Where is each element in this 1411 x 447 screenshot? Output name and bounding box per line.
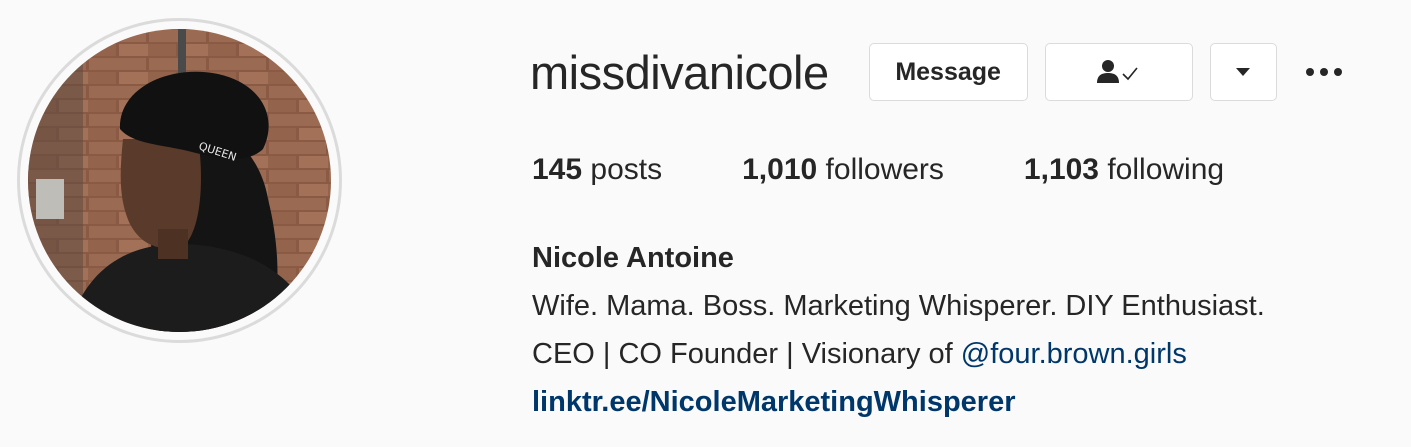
more-horizontal-icon [1333, 68, 1342, 76]
followers-label: followers [825, 153, 944, 186]
more-horizontal-icon [1319, 68, 1328, 76]
posts-stat: 145 posts [532, 153, 662, 187]
more-horizontal-icon [1305, 68, 1314, 76]
profile-website-link[interactable]: linktr.ee/NicoleMarketingWhisperer [532, 378, 1265, 426]
username: missdivanicole [530, 45, 829, 99]
bio-line-2: CEO | CO Founder | Visionary of @four.br… [532, 330, 1265, 378]
bio-line-2-text: CEO | CO Founder | Visionary of [532, 338, 961, 370]
more-options-button[interactable] [1305, 43, 1342, 101]
following-count: 1,103 [1023, 153, 1099, 186]
followers-stat[interactable]: 1,010 followers [742, 153, 944, 187]
following-button[interactable] [1044, 43, 1193, 101]
profile-header: missdivanicole Message [530, 42, 1342, 102]
followers-count: 1,010 [742, 153, 818, 186]
bio-line-1: Wife. Mama. Boss. Marketing Whisperer. D… [532, 290, 1265, 322]
avatar[interactable]: QUEEN [28, 29, 331, 332]
person-check-icon [1096, 60, 1138, 83]
bio-mention-link[interactable]: @four.brown.girls [961, 338, 1187, 370]
full-name: Nicole Antoine [532, 242, 734, 274]
dropdown-button[interactable] [1209, 43, 1277, 101]
following-stat[interactable]: 1,103 following [1024, 153, 1224, 187]
profile-bio: Nicole Antoine Wife. Mama. Boss. Marketi… [532, 234, 1265, 426]
posts-label: posts [590, 153, 663, 186]
posts-count: 145 [532, 153, 583, 186]
caret-down-icon [1236, 68, 1251, 76]
message-button[interactable]: Message [868, 43, 1028, 101]
profile-stats: 145 posts 1,010 followers 1,103 followin… [532, 153, 1304, 187]
following-label: following [1107, 153, 1225, 186]
